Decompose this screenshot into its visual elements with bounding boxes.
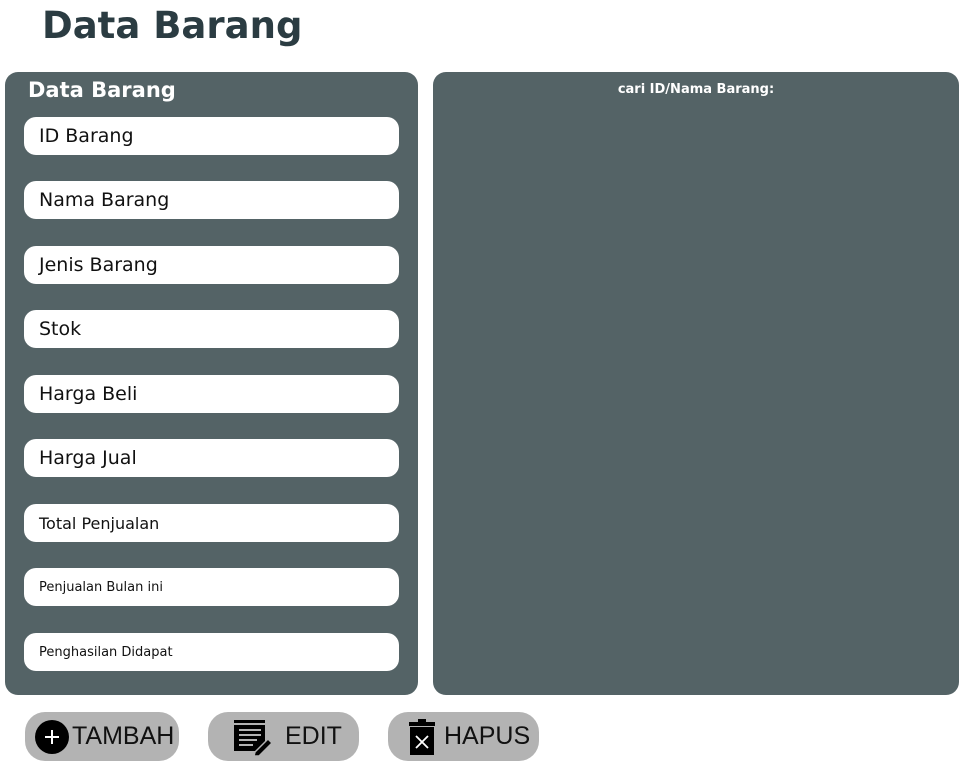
penghasilan-didapat-field[interactable]: Penghasilan Didapat	[24, 633, 399, 671]
edit-button-label: EDIT	[285, 722, 342, 750]
hapus-button-label: HAPUS	[444, 722, 531, 750]
form-panel: Data Barang ID Barang Nama Barang Jenis …	[5, 72, 418, 695]
harga-beli-field[interactable]: Harga Beli	[24, 375, 399, 413]
search-panel: cari ID/Nama Barang:	[433, 72, 959, 695]
tambah-button-label: TAMBAH	[72, 722, 175, 750]
harga-jual-field[interactable]: Harga Jual	[24, 439, 399, 477]
hapus-button[interactable]: HAPUS	[388, 712, 539, 761]
penjualan-bulan-ini-field[interactable]: Penjualan Bulan ini	[24, 568, 399, 606]
tambah-button[interactable]: TAMBAH	[25, 712, 179, 761]
total-penjualan-field[interactable]: Total Penjualan	[24, 504, 399, 542]
stok-field[interactable]: Stok	[24, 310, 399, 348]
trash-icon	[408, 718, 436, 755]
plus-circle-icon	[34, 719, 70, 755]
jenis-barang-field[interactable]: Jenis Barang	[24, 246, 399, 284]
form-panel-title: Data Barang	[28, 78, 176, 102]
search-label: cari ID/Nama Barang:	[617, 82, 775, 97]
edit-button[interactable]: EDIT	[208, 712, 359, 761]
page-title: Data Barang	[42, 4, 303, 47]
id-barang-field[interactable]: ID Barang	[24, 117, 399, 155]
nama-barang-field[interactable]: Nama Barang	[24, 181, 399, 219]
edit-list-icon	[233, 718, 273, 756]
